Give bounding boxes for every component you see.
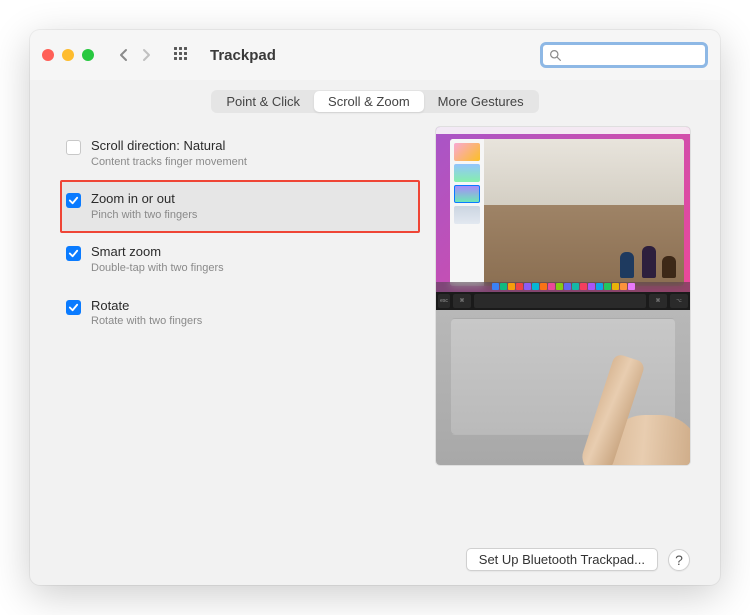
- dock-app-icon: [532, 283, 539, 290]
- preview-touchbar: esc ⌘ ⌘ ⌥: [436, 292, 690, 310]
- footer: Set Up Bluetooth Trackpad... ?: [60, 538, 690, 571]
- option-text: Rotate Rotate with two fingers: [91, 298, 202, 329]
- dock-app-icon: [524, 283, 531, 290]
- touchbar-key: ⌘: [649, 294, 667, 308]
- option-title: Rotate: [91, 298, 202, 315]
- search-box[interactable]: ✕: [540, 42, 708, 68]
- hand-illustration: [550, 330, 690, 465]
- option-smart-zoom[interactable]: Smart zoom Double-tap with two fingers: [60, 233, 420, 286]
- option-text: Zoom in or out Pinch with two fingers: [91, 191, 197, 222]
- setup-bluetooth-button[interactable]: Set Up Bluetooth Trackpad...: [466, 548, 658, 571]
- checkbox-scroll-direction[interactable]: [66, 140, 81, 155]
- dock-app-icon: [612, 283, 619, 290]
- dock-app-icon: [540, 283, 547, 290]
- window-controls: [42, 49, 94, 61]
- dock-app-icon: [588, 283, 595, 290]
- minimize-icon[interactable]: [62, 49, 74, 61]
- options-list: Scroll direction: Natural Content tracks…: [60, 127, 420, 538]
- checkbox-smart-zoom[interactable]: [66, 246, 81, 261]
- option-scroll-direction[interactable]: Scroll direction: Natural Content tracks…: [60, 127, 420, 180]
- zoom-icon[interactable]: [82, 49, 94, 61]
- checkbox-zoom[interactable]: [66, 193, 81, 208]
- search-icon: [549, 49, 562, 62]
- preview-thumbnail: [454, 164, 480, 182]
- preview-photo: [484, 139, 684, 286]
- option-desc: Double-tap with two fingers: [91, 261, 224, 275]
- dock-app-icon: [628, 283, 635, 290]
- option-title: Scroll direction: Natural: [91, 138, 247, 155]
- tab-scroll-zoom[interactable]: Scroll & Zoom: [314, 91, 424, 112]
- tab-point-click[interactable]: Point & Click: [212, 91, 314, 112]
- touchbar-strip: [474, 294, 646, 308]
- titlebar: Trackpad ✕: [30, 30, 720, 80]
- option-rotate[interactable]: Rotate Rotate with two fingers: [60, 287, 420, 340]
- preview-thumbnail: [454, 206, 480, 224]
- dock-app-icon: [508, 283, 515, 290]
- dock-app-icon: [596, 283, 603, 290]
- dock-app-icon: [500, 283, 507, 290]
- dock-app-icon: [564, 283, 571, 290]
- gesture-preview: esc ⌘ ⌘ ⌥: [436, 127, 690, 465]
- option-title: Zoom in or out: [91, 191, 197, 208]
- option-desc: Rotate with two fingers: [91, 314, 202, 328]
- option-text: Scroll direction: Natural Content tracks…: [91, 138, 247, 169]
- preview-menubar: [436, 127, 690, 134]
- dock-app-icon: [572, 283, 579, 290]
- help-button[interactable]: ?: [668, 549, 690, 571]
- preferences-window: Trackpad ✕ Point & Click Scroll & Zoom M…: [30, 30, 720, 585]
- search-input[interactable]: [568, 48, 720, 63]
- preview-thumbnail: [454, 185, 480, 203]
- touchbar-key: ⌥: [670, 294, 688, 308]
- touchbar-esc-key: esc: [438, 294, 450, 308]
- preview-screen: [436, 127, 690, 292]
- touchbar-key: ⌘: [453, 294, 471, 308]
- dock-app-icon: [620, 283, 627, 290]
- preview-thumbnail: [454, 143, 480, 161]
- preview-trackpad-area: [436, 310, 690, 465]
- preview-app-window: [450, 139, 684, 286]
- show-all-icon[interactable]: [174, 47, 190, 63]
- content-area: Point & Click Scroll & Zoom More Gesture…: [30, 80, 720, 585]
- option-zoom[interactable]: Zoom in or out Pinch with two fingers: [60, 180, 420, 233]
- dock-app-icon: [516, 283, 523, 290]
- preview-dock: [436, 282, 690, 292]
- checkbox-rotate[interactable]: [66, 300, 81, 315]
- back-button[interactable]: [112, 44, 134, 66]
- preview-sidebar: [450, 139, 484, 286]
- option-text: Smart zoom Double-tap with two fingers: [91, 244, 224, 275]
- tab-bar: Point & Click Scroll & Zoom More Gesture…: [211, 90, 538, 113]
- option-title: Smart zoom: [91, 244, 224, 261]
- nav-buttons: [112, 44, 158, 66]
- dock-app-icon: [604, 283, 611, 290]
- dock-app-icon: [492, 283, 499, 290]
- page-title: Trackpad: [210, 47, 276, 64]
- forward-button[interactable]: [136, 44, 158, 66]
- option-desc: Content tracks finger movement: [91, 155, 247, 169]
- tab-more-gestures[interactable]: More Gestures: [424, 91, 538, 112]
- option-desc: Pinch with two fingers: [91, 208, 197, 222]
- close-icon[interactable]: [42, 49, 54, 61]
- dock-app-icon: [556, 283, 563, 290]
- dock-app-icon: [548, 283, 555, 290]
- main-area: Scroll direction: Natural Content tracks…: [60, 127, 690, 538]
- dock-app-icon: [580, 283, 587, 290]
